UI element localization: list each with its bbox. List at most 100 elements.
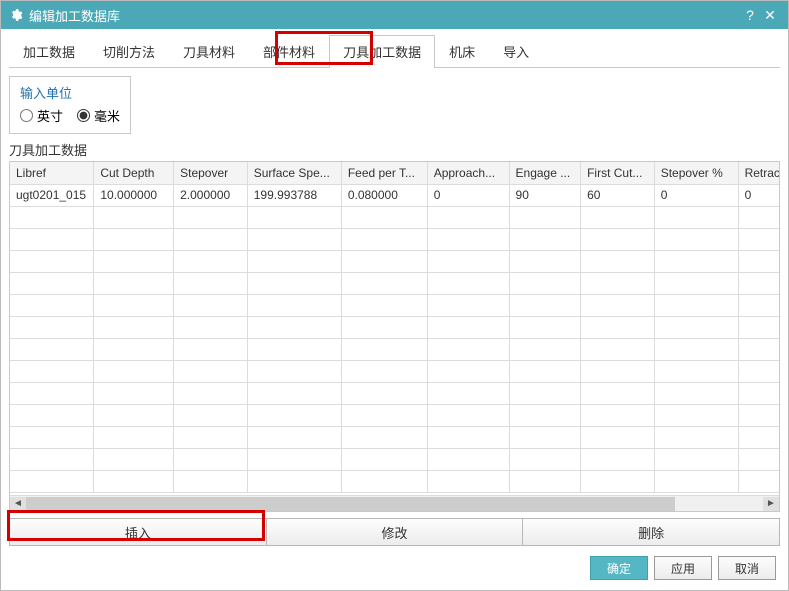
table-cell[interactable]: 60 [581, 184, 655, 206]
table-row [10, 272, 779, 294]
close-button[interactable]: ✕ [760, 7, 780, 24]
table-cell [174, 228, 248, 250]
table-cell [738, 272, 779, 294]
table-cell [509, 228, 581, 250]
column-header[interactable]: Feed per T... [341, 162, 427, 184]
table-cell [427, 360, 509, 382]
column-header[interactable]: Retrac [738, 162, 779, 184]
table-cell [174, 382, 248, 404]
table-cell [427, 404, 509, 426]
table-row [10, 426, 779, 448]
radio-inch-input[interactable] [20, 109, 33, 122]
tab-tool-machining-data[interactable]: 刀具加工数据 [329, 35, 435, 68]
table-cell[interactable]: 0 [427, 184, 509, 206]
table-cell[interactable]: 0 [654, 184, 738, 206]
table-cell [427, 448, 509, 470]
radio-inch-label: 英寸 [37, 106, 63, 125]
ok-button[interactable]: 确定 [590, 556, 648, 580]
table-cell [654, 448, 738, 470]
table-row [10, 316, 779, 338]
table-cell [427, 206, 509, 228]
table-cell [174, 338, 248, 360]
delete-button[interactable]: 删除 [523, 519, 779, 545]
tab-tool-material[interactable]: 刀具材料 [169, 35, 249, 67]
data-table: LibrefCut DepthStepoverSurface Spe...Fee… [9, 161, 780, 512]
insert-button[interactable]: 插入 [10, 519, 267, 545]
table-cell[interactable]: 90 [509, 184, 581, 206]
table-cell [94, 426, 174, 448]
table-row [10, 250, 779, 272]
horizontal-scrollbar[interactable]: ◄ ► [10, 495, 779, 511]
table-cell[interactable]: 199.993788 [247, 184, 341, 206]
table-cell [427, 470, 509, 492]
content-area: 加工数据 切削方法 刀具材料 部件材料 刀具加工数据 机床 导入 输入单位 英寸 [1, 29, 788, 590]
table-cell [581, 250, 655, 272]
radio-mm[interactable]: 毫米 [77, 106, 120, 125]
help-button[interactable]: ? [740, 7, 760, 23]
table-cell [247, 206, 341, 228]
table-cell [174, 470, 248, 492]
table-cell[interactable]: 2.000000 [174, 184, 248, 206]
table-cell [509, 250, 581, 272]
radio-inch[interactable]: 英寸 [20, 106, 63, 125]
column-header[interactable]: Stepover [174, 162, 248, 184]
radio-mm-input[interactable] [77, 109, 90, 122]
table-cell [427, 316, 509, 338]
dialog-footer: 确定 应用 取消 [9, 546, 780, 582]
table-cell [247, 360, 341, 382]
tab-import[interactable]: 导入 [489, 35, 543, 67]
tab-machine-tool[interactable]: 机床 [435, 35, 489, 67]
column-header[interactable]: Cut Depth [94, 162, 174, 184]
table-cell[interactable]: ugt0201_015 [10, 184, 94, 206]
table-cell [427, 272, 509, 294]
table-cell [247, 426, 341, 448]
table-cell [654, 382, 738, 404]
tab-cutting-method[interactable]: 切削方法 [89, 35, 169, 67]
table-cell [581, 448, 655, 470]
table-body: ugt0201_01510.0000002.000000199.9937880.… [10, 184, 779, 492]
table-cell [509, 404, 581, 426]
table-cell [581, 206, 655, 228]
modify-button[interactable]: 修改 [267, 519, 524, 545]
table-cell [10, 338, 94, 360]
apply-button[interactable]: 应用 [654, 556, 712, 580]
table-cell [654, 316, 738, 338]
tab-part-material[interactable]: 部件材料 [249, 35, 329, 67]
table-cell [94, 360, 174, 382]
table-cell [94, 448, 174, 470]
table-cell[interactable]: 0 [738, 184, 779, 206]
scroll-thumb[interactable] [26, 497, 675, 511]
column-header[interactable]: Approach... [427, 162, 509, 184]
column-header[interactable]: Surface Spe... [247, 162, 341, 184]
table-cell [509, 294, 581, 316]
column-header[interactable]: First Cut... [581, 162, 655, 184]
table-cell [427, 338, 509, 360]
table-cell [94, 250, 174, 272]
table-cell [174, 360, 248, 382]
column-header[interactable]: Libref [10, 162, 94, 184]
table-cell [654, 338, 738, 360]
scroll-track[interactable] [26, 497, 763, 511]
table-cell [581, 360, 655, 382]
table-cell [427, 382, 509, 404]
scroll-right-arrow[interactable]: ► [763, 497, 779, 511]
column-header[interactable]: Stepover % [654, 162, 738, 184]
table-cell [247, 272, 341, 294]
table-cell [247, 228, 341, 250]
table-scroll[interactable]: LibrefCut DepthStepoverSurface Spe...Fee… [10, 162, 779, 495]
scroll-left-arrow[interactable]: ◄ [10, 497, 26, 511]
section-title: 刀具加工数据 [9, 140, 780, 159]
column-header[interactable]: Engage ... [509, 162, 581, 184]
table-cell [341, 272, 427, 294]
table-cell [341, 382, 427, 404]
table-cell [94, 294, 174, 316]
tab-machining-data[interactable]: 加工数据 [9, 35, 89, 67]
table-cell[interactable]: 10.000000 [94, 184, 174, 206]
table-cell[interactable]: 0.080000 [341, 184, 427, 206]
table-cell [341, 294, 427, 316]
radio-mm-label: 毫米 [94, 106, 120, 125]
table-cell [581, 426, 655, 448]
title-bar: 编辑加工数据库 ? ✕ [1, 1, 788, 29]
table-row[interactable]: ugt0201_01510.0000002.000000199.9937880.… [10, 184, 779, 206]
cancel-button[interactable]: 取消 [718, 556, 776, 580]
